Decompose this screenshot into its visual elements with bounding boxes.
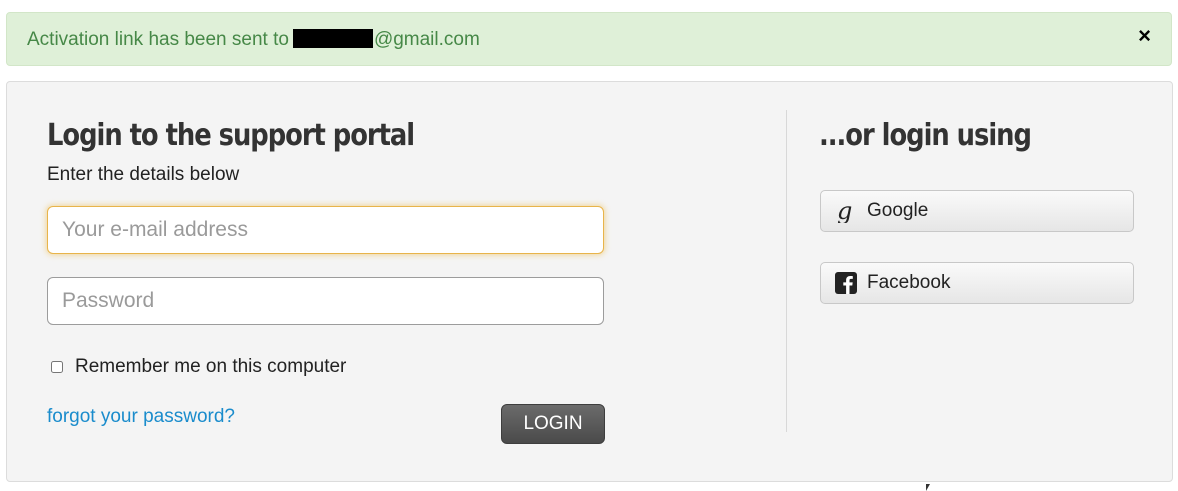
remember-me-label: Remember me on this computer <box>75 356 347 377</box>
svg-text:g: g <box>837 199 852 223</box>
facebook-label: Facebook <box>867 272 951 293</box>
password-field[interactable] <box>47 277 604 325</box>
remember-me[interactable]: Remember me on this computer <box>51 356 346 378</box>
alert-prefix: Activation link has been sent to <box>27 29 289 50</box>
alt-login-title: ...or login using <box>819 118 1032 153</box>
column-divider <box>786 110 787 432</box>
close-icon[interactable]: × <box>1138 25 1151 47</box>
email-field[interactable] <box>47 206 604 254</box>
login-subtitle: Enter the details below <box>47 164 240 185</box>
alert-message: Activation link has been sent to @gmail.c… <box>27 29 480 51</box>
google-icon: g <box>835 199 857 223</box>
alert-email-suffix: @gmail.com <box>373 29 480 50</box>
redacted-email-box <box>292 29 373 48</box>
facebook-login-button[interactable]: Facebook <box>820 262 1134 304</box>
login-button[interactable]: LOGIN <box>501 404 605 444</box>
activation-alert: Activation link has been sent to @gmail.c… <box>6 12 1172 66</box>
forgot-password-link[interactable]: forgot your password? <box>47 406 235 428</box>
login-panel: Login to the support portal Enter the de… <box>6 81 1173 482</box>
mouse-cursor-icon <box>926 484 930 491</box>
login-title: Login to the support portal <box>47 118 415 153</box>
remember-me-checkbox[interactable] <box>51 361 63 373</box>
google-login-button[interactable]: g Google <box>820 190 1134 232</box>
facebook-icon <box>835 272 857 294</box>
google-label: Google <box>867 200 929 221</box>
